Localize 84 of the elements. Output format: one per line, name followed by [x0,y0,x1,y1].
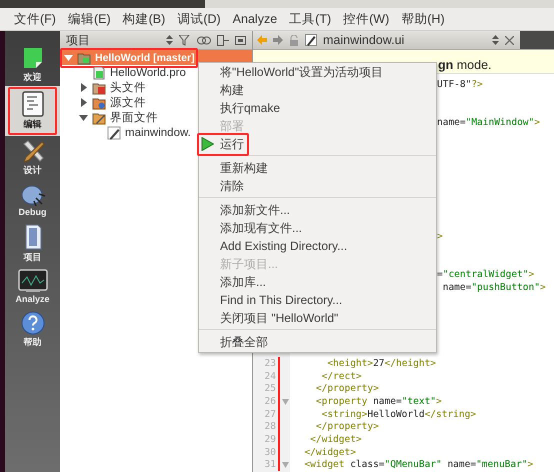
line-number: 31 [253,458,280,472]
split-icon[interactable] [217,34,229,46]
code-line: <property name="text"> [314,396,442,408]
code-line: > [437,231,443,242]
menu-item[interactable]: 折叠全部 [199,333,436,351]
forward-arrow-icon[interactable] [273,35,283,45]
menu-item[interactable]: Add Existing Directory... [199,237,436,255]
pencil-icon [107,126,121,140]
line-number: 23 [253,357,280,370]
pen-ruler-icon [20,138,44,162]
mode-label: Analyze [15,294,50,304]
menu-item[interactable]: 关闭项目 "HelloWorld" [199,309,436,327]
sort-arrows-icon[interactable] [492,35,499,45]
line-number: 24 [253,370,280,382]
menu-bar-item[interactable]: 工具(T) [283,8,338,30]
code-line: <string>HelloWorld</string> [320,408,476,420]
mode-button[interactable]: 帮助 [5,308,60,351]
menu-item[interactable]: 构建 [199,81,436,99]
code-line: </widget> [309,434,362,446]
header-folder-icon [92,80,106,94]
menu-item[interactable]: 添加库... [199,273,436,291]
mode-label: 编辑 [24,118,42,131]
code-line: </rect> [320,370,362,382]
close-pane-icon[interactable] [235,36,246,44]
code-line: <widget class="QMenuBar" name="menuBar"> [303,459,534,470]
document-icon [22,91,44,117]
filter-icon[interactable] [179,34,191,46]
code-line: </widget> [303,446,356,458]
mode-button[interactable]: 欢迎 [5,43,60,86]
form-folder-icon [92,110,106,124]
menu-bar-item[interactable]: 构建(B) [116,8,172,30]
mode-label: 欢迎 [24,70,42,84]
monitor-icon [18,269,48,293]
menu-bar-item[interactable]: Analyze [226,10,284,28]
link-icon[interactable] [197,36,211,44]
source-folder-icon [92,96,106,110]
file-name[interactable]: mainwindow.ui [323,33,486,47]
menu-item[interactable]: 运行 [199,135,436,153]
code-line: </property> [314,421,379,432]
info-text: gn mode. [438,58,492,72]
code-line: </property> [314,383,379,394]
line-number: 30 [253,446,280,459]
project-folder-icon [77,50,91,64]
line-number: 26 [253,395,280,408]
code-line: name="pushButton"> [442,282,546,293]
line-number: 28 [253,420,280,434]
mode-label: Debug [18,207,46,217]
expand-arrow-icon[interactable] [79,83,88,92]
menu-item[interactable]: 添加现有文件... [199,219,436,237]
line-number: 27 [253,408,280,421]
menu-item[interactable]: Find in This Directory... [199,291,436,309]
expand-arrow-icon[interactable] [79,113,88,122]
menu-item[interactable]: 执行qmake [199,99,436,117]
mode-button[interactable]: Debug [5,179,60,222]
mode-label: 帮助 [24,336,42,348]
panel-title: 项目 [66,32,91,48]
code-line: ="centralWidget"> [437,269,534,280]
expand-arrow-icon[interactable] [79,98,88,107]
menu-item[interactable]: 清除 [199,177,436,195]
menu-bar-item[interactable]: 调试(D) [171,8,227,30]
line-number: 25 [253,382,280,396]
mode-label: 项目 [24,250,42,264]
bug-icon [20,184,46,206]
menu-bar-item[interactable]: 帮助(H) [395,8,451,30]
qt-file-icon [92,66,106,80]
menu-item[interactable]: 将"HelloWorld"设置为活动项目 [199,63,436,81]
menu-item[interactable]: 添加新文件... [199,201,436,219]
mode-button[interactable]: 设计 [5,136,60,179]
pencil-icon [305,34,317,46]
menu-item[interactable]: 重新构建 [199,159,436,177]
mode-button[interactable]: 编辑 [5,86,60,136]
menu-bar-item[interactable]: 控件(W) [337,8,396,30]
menu-bar-item[interactable]: 文件(F) [8,8,62,30]
help-icon [20,310,44,334]
code-line: name="MainWindow"> [437,116,540,128]
close-icon[interactable] [505,36,514,44]
sort-arrows-icon[interactable] [166,35,173,45]
line-number: 29 [253,433,280,446]
mode-button[interactable]: Analyze [5,265,60,308]
mode-button[interactable]: 项目 [5,222,60,265]
menu-bar-item[interactable]: 编辑(E) [62,8,117,30]
code-line: UTF-8"?> [437,78,483,90]
mode-label: 设计 [24,164,42,176]
code-line: <height>27</height> [326,358,436,369]
